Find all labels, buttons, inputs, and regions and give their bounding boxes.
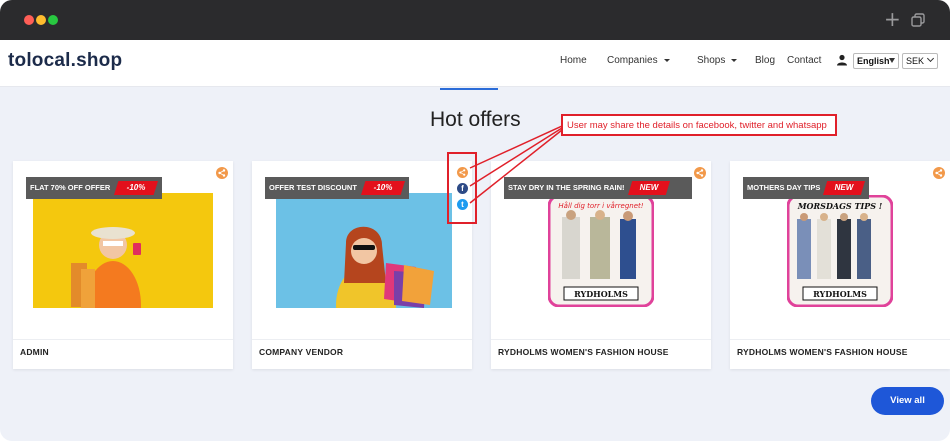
browser-window: + tolocal.shop Home Companies Shops Blog… [0, 0, 950, 441]
offer-badge: FLAT 70% OFF OFFER -10% [26, 177, 162, 199]
poster-brand: RYDHOLMS [574, 289, 628, 299]
new-tab-icon[interactable]: + [884, 9, 901, 29]
discount-tag: -10% [361, 181, 405, 195]
nav-companies[interactable]: Companies [607, 55, 670, 66]
card-divider [13, 339, 233, 340]
offer-image[interactable]: MORSDAGS TIPS ! RYDHOLMS [787, 195, 893, 307]
section-title-underline [440, 88, 498, 90]
offer-company-name[interactable]: RYDHOLMS WOMEN'S FASHION HOUSE [737, 347, 908, 357]
maximize-window-button[interactable] [48, 15, 58, 25]
share-icon [218, 169, 226, 177]
chevron-down-icon [663, 58, 670, 62]
section-title: Hot offers [430, 108, 521, 131]
offer-company-name[interactable]: RYDHOLMS WOMEN'S FASHION HOUSE [498, 347, 669, 357]
offer-badge: MOTHERS DAY TIPS NEW [743, 177, 869, 199]
card-divider [491, 339, 711, 340]
chevron-down-icon [731, 58, 738, 62]
nav-shops[interactable]: Shops [697, 55, 738, 66]
annotation-highlight-box [447, 152, 477, 224]
offer-card-1[interactable]: FLAT 70% OFF OFFER -10% ADMIN [13, 161, 233, 369]
new-tag: NEW [823, 181, 865, 195]
share-button[interactable] [216, 167, 228, 179]
offer-company-name[interactable]: COMPANY VENDOR [259, 347, 343, 357]
language-select[interactable]: English [853, 53, 899, 69]
minimize-window-button[interactable] [36, 15, 46, 25]
offer-image[interactable]: Håll dig torr i vårregnet! RYDHOLMS [548, 195, 654, 307]
nav-contact[interactable]: Contact [787, 55, 821, 66]
annotation-callout: User may share the details on facebook, … [561, 114, 837, 136]
card-divider [730, 339, 950, 340]
share-button[interactable] [933, 167, 945, 179]
share-icon [935, 169, 943, 177]
poster-headline: Håll dig torr i vårregnet! [558, 201, 643, 210]
new-tag: NEW [628, 181, 670, 195]
caret-down-icon [889, 58, 895, 63]
copy-window-icon[interactable] [911, 13, 925, 27]
card-divider [252, 339, 472, 340]
discount-tag: -10% [114, 181, 158, 195]
offer-badge: OFFER TEST DISCOUNT -10% [265, 177, 409, 199]
window-titlebar: + [0, 0, 950, 40]
user-icon[interactable] [836, 54, 848, 66]
share-button[interactable] [694, 167, 706, 179]
poster-headline: MORSDAGS TIPS ! [797, 201, 883, 211]
poster-brand: RYDHOLMS [813, 289, 867, 299]
offer-badge: STAY DRY IN THE SPRING RAIN! NEW [504, 177, 692, 199]
chevron-down-icon [926, 54, 935, 63]
offer-card-3[interactable]: Håll dig torr i vårregnet! RYDHOLMS STAY… [491, 161, 711, 369]
share-icon [696, 169, 704, 177]
offer-card-2[interactable]: OFFER TEST DISCOUNT -10% COMPANY VENDOR [252, 161, 472, 369]
offer-company-name[interactable]: ADMIN [20, 347, 49, 357]
close-window-button[interactable] [24, 15, 34, 25]
nav-home[interactable]: Home [560, 55, 587, 66]
currency-select[interactable]: SEK [902, 53, 938, 69]
site-navbar: tolocal.shop Home Companies Shops Blog C… [0, 40, 950, 87]
offer-card-4[interactable]: MORSDAGS TIPS ! RYDHOLMS MOTHERS DAY TIP… [730, 161, 950, 369]
offer-image[interactable] [276, 193, 452, 308]
nav-blog[interactable]: Blog [755, 55, 775, 66]
view-all-button[interactable]: View all [871, 387, 944, 415]
offer-image[interactable] [33, 193, 213, 308]
site-logo[interactable]: tolocal.shop [8, 50, 122, 72]
